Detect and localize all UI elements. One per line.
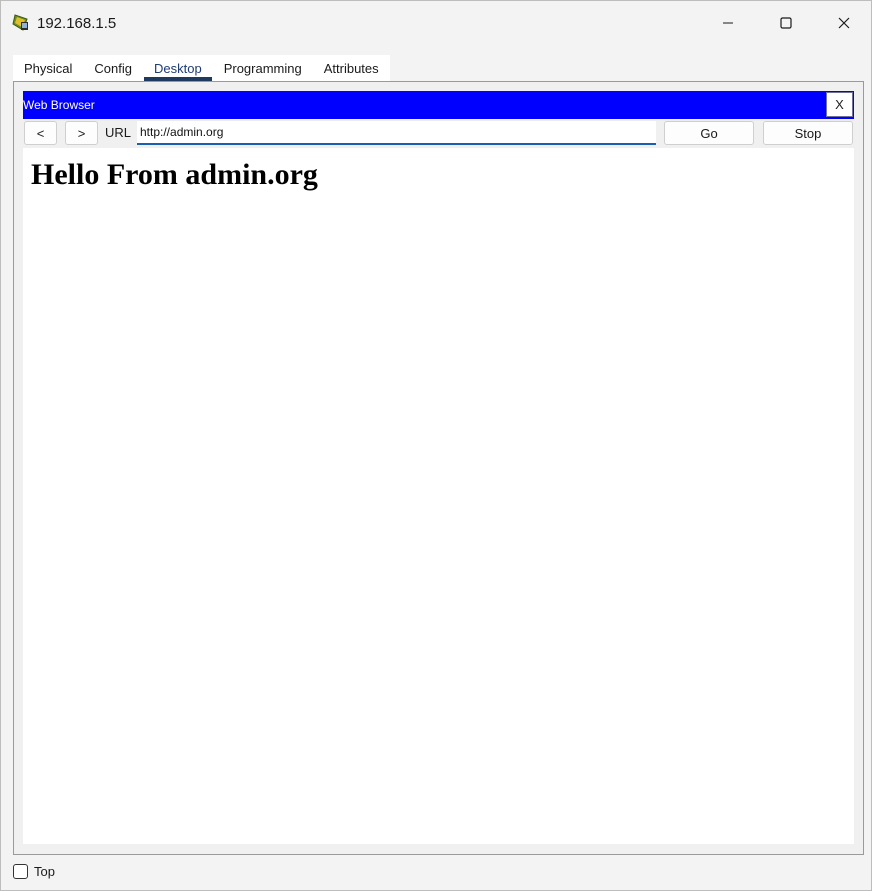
top-label: Top bbox=[34, 863, 55, 879]
close-button[interactable] bbox=[815, 1, 872, 45]
browser-toolbar: < > URL Go Stop bbox=[23, 119, 854, 148]
tab-strip: Physical Config Desktop Programming Attr… bbox=[13, 55, 390, 81]
desktop-content-frame: Web Browser X < > URL Go Stop Hello From… bbox=[13, 81, 864, 855]
web-browser-header: Web Browser X bbox=[23, 91, 854, 119]
title-bar[interactable]: 192.168.1.5 bbox=[1, 1, 871, 45]
web-browser-close-button[interactable]: X bbox=[826, 92, 853, 117]
maximize-icon bbox=[780, 17, 792, 29]
close-icon bbox=[838, 17, 850, 29]
pc-config-window: 192.168.1.5 Physical Config Desktop Prog… bbox=[0, 0, 872, 891]
packet-tracer-pc-icon bbox=[12, 13, 30, 33]
browser-page-view[interactable]: Hello From admin.org bbox=[23, 148, 854, 844]
minimize-icon bbox=[722, 17, 734, 29]
tab-config[interactable]: Config bbox=[83, 55, 143, 81]
forward-button[interactable]: > bbox=[65, 121, 98, 145]
window-title: 192.168.1.5 bbox=[37, 15, 117, 32]
go-button[interactable]: Go bbox=[664, 121, 754, 145]
stop-button[interactable]: Stop bbox=[763, 121, 853, 145]
top-option: Top bbox=[13, 862, 55, 880]
minimize-button[interactable] bbox=[699, 1, 757, 45]
maximize-button[interactable] bbox=[757, 1, 815, 45]
page-heading: Hello From admin.org bbox=[31, 158, 318, 191]
web-browser-title: Web Browser bbox=[23, 98, 95, 112]
url-label: URL bbox=[105, 125, 132, 140]
url-input[interactable] bbox=[137, 121, 656, 145]
tab-desktop[interactable]: Desktop bbox=[143, 55, 213, 81]
back-button[interactable]: < bbox=[24, 121, 57, 145]
top-checkbox[interactable] bbox=[13, 863, 28, 879]
tab-attributes[interactable]: Attributes bbox=[313, 55, 390, 81]
tab-programming[interactable]: Programming bbox=[213, 55, 313, 81]
tab-physical[interactable]: Physical bbox=[13, 55, 83, 81]
